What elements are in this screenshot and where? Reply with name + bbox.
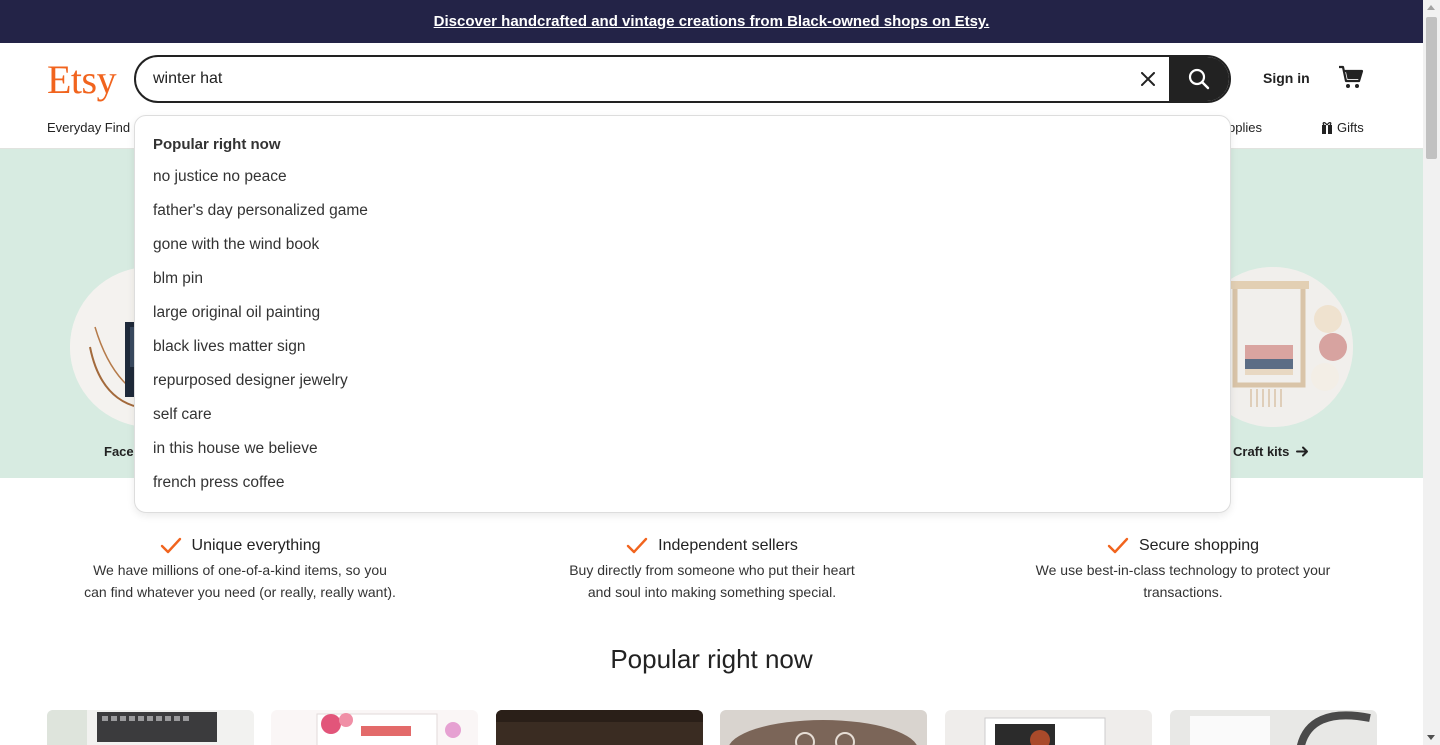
feature-description-line1: We use best-in-class technology to prote… — [1035, 562, 1331, 578]
product-card-6[interactable] — [1170, 710, 1377, 745]
product-card-2[interactable] — [271, 710, 478, 745]
suggestions-heading: Popular right now — [153, 136, 281, 153]
feature-description-line2: can find whatever you need (or really, r… — [84, 584, 396, 600]
feature-unique-everything: Unique everything We have millions of on… — [40, 534, 440, 603]
nav-item-everyday-finds[interactable]: Everyday Find — [47, 120, 130, 135]
feature-description-line2: and soul into making something special. — [587, 584, 837, 600]
feature-description-line2: transactions. — [1143, 584, 1223, 600]
cart-icon — [1339, 65, 1364, 88]
search-input[interactable] — [153, 57, 1113, 101]
suggestion-item[interactable]: self care — [153, 406, 212, 424]
search-button[interactable] — [1169, 57, 1229, 101]
product-image — [271, 710, 478, 745]
category-label-craft-kits: Craft kits — [1233, 444, 1290, 459]
product-image — [945, 710, 1152, 745]
scroll-up-arrow-icon[interactable] — [1427, 5, 1435, 10]
suggestion-item[interactable]: father's day personalized game — [153, 202, 368, 220]
search-suggestions-dropdown: Popular right now no justice no peace fa… — [134, 115, 1231, 513]
category-label-face[interactable]: Face — [104, 444, 134, 459]
product-card-1[interactable] — [47, 710, 254, 745]
nav-gifts-label: Gifts — [1337, 120, 1364, 135]
nav-item-supplies[interactable]: pplies — [1228, 120, 1262, 135]
feature-title: Unique everything — [191, 537, 321, 554]
search-icon — [1188, 68, 1210, 90]
product-image — [496, 710, 703, 745]
check-icon — [1107, 537, 1129, 554]
vertical-scrollbar[interactable] — [1423, 0, 1440, 745]
suggestion-item[interactable]: in this house we believe — [153, 440, 318, 458]
product-card-4[interactable] — [720, 710, 927, 745]
suggestion-item[interactable]: no justice no peace — [153, 168, 287, 186]
product-image — [1170, 710, 1377, 745]
product-image — [47, 710, 254, 745]
suggestion-item[interactable]: french press coffee — [153, 474, 285, 492]
check-icon — [626, 537, 648, 554]
scrollbar-thumb[interactable] — [1426, 17, 1437, 159]
sign-in-link[interactable]: Sign in — [1263, 70, 1310, 86]
clear-search-button[interactable] — [1134, 65, 1162, 93]
product-card-3[interactable] — [496, 710, 703, 745]
announcement-banner: Discover handcrafted and vintage creatio… — [0, 0, 1423, 43]
suggestion-item[interactable]: gone with the wind book — [153, 236, 319, 254]
etsy-logo[interactable]: Etsy — [47, 56, 117, 103]
product-card-5[interactable] — [945, 710, 1152, 745]
feature-independent-sellers: Independent sellers Buy directly from so… — [512, 534, 912, 603]
feature-description-line1: We have millions of one-of-a-kind items,… — [93, 562, 387, 578]
gift-icon — [1322, 122, 1332, 134]
category-link-craft-kits[interactable]: Craft kits — [1233, 444, 1309, 459]
scroll-down-arrow-icon[interactable] — [1427, 735, 1435, 740]
popular-section-title: Popular right now — [610, 644, 813, 674]
product-image — [720, 710, 927, 745]
nav-item-gifts[interactable]: Gifts — [1321, 120, 1364, 135]
suggestion-item[interactable]: black lives matter sign — [153, 338, 305, 356]
page: Discover handcrafted and vintage creatio… — [0, 0, 1423, 745]
check-icon — [160, 537, 181, 554]
feature-secure-shopping: Secure shopping We use best-in-class tec… — [983, 534, 1383, 603]
feature-title: Independent sellers — [658, 537, 798, 554]
arrow-right-icon — [1296, 446, 1309, 457]
close-icon — [1141, 72, 1155, 86]
feature-title: Secure shopping — [1138, 537, 1260, 554]
banner-link[interactable]: Discover handcrafted and vintage creatio… — [434, 13, 990, 30]
search-bar — [134, 55, 1231, 103]
cart-button[interactable] — [1338, 64, 1366, 92]
suggestion-item[interactable]: repurposed designer jewelry — [153, 372, 348, 390]
feature-description-line1: Buy directly from someone who put their … — [569, 562, 855, 578]
suggestion-item[interactable]: large original oil painting — [153, 304, 320, 322]
suggestion-item[interactable]: blm pin — [153, 270, 203, 288]
